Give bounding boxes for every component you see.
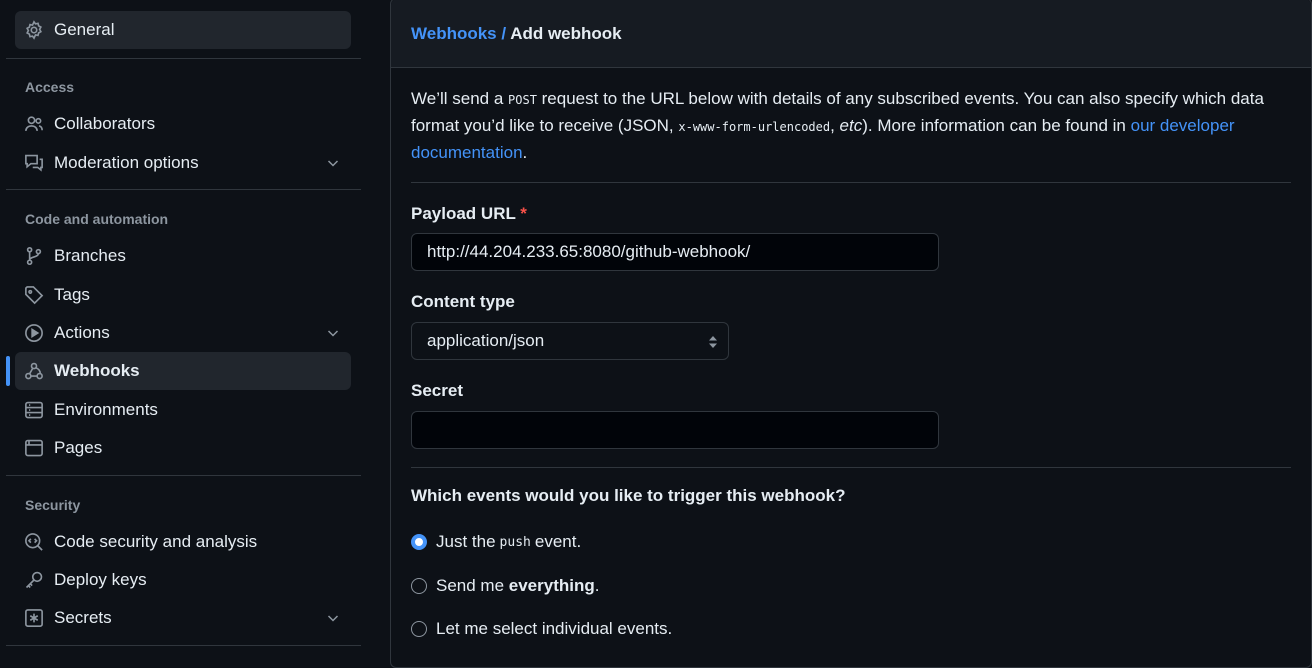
sidebar-item-pages[interactable]: Pages (15, 429, 351, 467)
sidebar-item-label: Moderation options (54, 153, 199, 172)
sidebar-item-label: Code security and analysis (54, 532, 258, 551)
radio-option-label: Let me select individual events. (436, 619, 673, 638)
content-type-select[interactable]: application/json (411, 322, 729, 360)
intro-text-part: , (830, 116, 840, 135)
content-type-value: application/json (427, 331, 545, 350)
radio-option-label: . (594, 576, 600, 595)
people-icon (24, 114, 44, 134)
key-icon (24, 570, 44, 590)
codescan-icon (24, 532, 44, 552)
payload-url-input[interactable]: http://44.204.233.65:8080/github-webhook… (411, 233, 939, 271)
sidebar-item-label: Secrets (54, 608, 112, 627)
radio-option-push[interactable]: Just the push event. (411, 531, 581, 553)
sidebar-divider (6, 58, 361, 59)
gear-icon (24, 20, 44, 40)
sidebar-item-tags[interactable]: Tags (15, 276, 351, 314)
settings-sidebar: General Access Collaborators Moderation … (0, 0, 370, 657)
panel-header: Webhooks / Add webhook (391, 0, 1311, 68)
sidebar-item-collaborators[interactable]: Collaborators (15, 105, 351, 143)
chevron-down-icon (327, 330, 339, 337)
form-encoding-code: x-www-form-urlencoded (678, 120, 831, 134)
sidebar-item-label: Actions (54, 323, 110, 342)
payload-url-label-text: Payload URL (411, 204, 516, 223)
section-title-access: Access (25, 79, 75, 95)
git-branch-icon (24, 246, 44, 266)
sidebar-item-label: Branches (54, 246, 126, 265)
radio-button[interactable] (411, 578, 427, 594)
content-type-label: Content type (411, 292, 515, 311)
sidebar-item-general[interactable]: General (15, 11, 351, 49)
sidebar-item-environments[interactable]: Environments (15, 391, 351, 429)
breadcrumb-separator: / (496, 24, 511, 43)
server-icon (24, 400, 44, 420)
radio-option-everything[interactable]: Send me everything. (411, 575, 599, 597)
intro-text: We’ll send a POST request to the URL bel… (411, 86, 1291, 165)
asterisk-box-icon (24, 608, 44, 628)
sidebar-item-label: Collaborators (54, 114, 156, 133)
section-title-security: Security (25, 497, 81, 513)
active-indicator (6, 356, 10, 386)
sidebar-divider (6, 189, 361, 190)
radio-option-label-bold: everything (508, 576, 595, 595)
sidebar-item-label: Deploy keys (54, 570, 147, 589)
sidebar-item-deploy-keys[interactable]: Deploy keys (15, 561, 351, 599)
sidebar-item-label: General (54, 20, 115, 39)
etc-text: etc (839, 116, 863, 135)
play-icon (24, 323, 44, 343)
intro-text-part: . (522, 143, 528, 162)
comment-discussion-icon (24, 153, 44, 173)
sidebar-item-label: Webhooks (54, 361, 140, 380)
required-mark: * (520, 204, 527, 223)
sidebar-item-label: Tags (54, 285, 90, 304)
radio-button[interactable] (411, 621, 427, 637)
radio-option-label: Send me (436, 576, 509, 595)
sidebar-item-webhooks[interactable]: Webhooks (15, 352, 351, 390)
push-code: push (499, 534, 531, 550)
section-divider (411, 467, 1291, 468)
breadcrumb-webhooks-link[interactable]: Webhooks (411, 24, 497, 43)
payload-url-label: Payload URL * (411, 204, 527, 224)
radio-button-checked[interactable] (411, 534, 427, 550)
tag-icon (24, 285, 44, 305)
chevron-down-icon (327, 615, 339, 622)
sidebar-item-label: Environments (54, 400, 158, 419)
secret-label: Secret (411, 381, 463, 400)
browser-icon (24, 438, 44, 458)
webhook-icon (24, 361, 44, 381)
radio-option-individual[interactable]: Let me select individual events. (411, 618, 672, 640)
sidebar-item-actions[interactable]: Actions (15, 314, 351, 352)
select-arrows-icon (709, 336, 717, 348)
sidebar-item-code-security[interactable]: Code security and analysis (15, 523, 351, 561)
intro-text-part: ). More information can be found in (862, 116, 1131, 135)
sidebar-divider (6, 475, 361, 476)
sidebar-item-secrets[interactable]: Secrets (15, 599, 351, 637)
chevron-down-icon (327, 160, 339, 167)
events-question: Which events would you like to trigger t… (411, 486, 846, 505)
sidebar-item-branches[interactable]: Branches (15, 237, 351, 275)
section-divider (411, 182, 1291, 183)
radio-option-label: Just the (436, 532, 496, 551)
section-title-code-automation: Code and automation (25, 211, 169, 227)
secret-input[interactable] (411, 411, 939, 449)
add-webhook-panel: Webhooks / Add webhook We’ll send a POST… (390, 0, 1312, 668)
breadcrumb: Webhooks / Add webhook (411, 24, 622, 44)
page-title: Add webhook (510, 24, 622, 43)
post-code: POST (508, 93, 537, 107)
sidebar-item-label: Pages (54, 438, 103, 457)
radio-option-label: event. (534, 532, 582, 551)
sidebar-divider (6, 645, 361, 646)
sidebar-item-moderation[interactable]: Moderation options (15, 144, 351, 182)
intro-text-part: We’ll send a (411, 89, 509, 108)
